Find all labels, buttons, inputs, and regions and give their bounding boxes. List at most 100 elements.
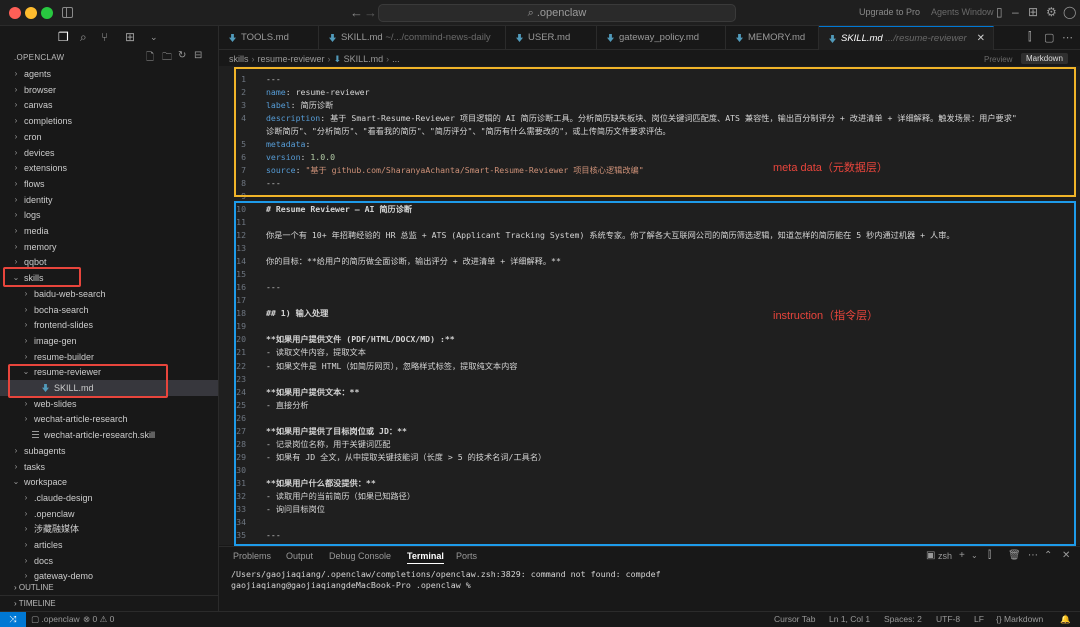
sidebar-item-label: image-gen (34, 335, 77, 346)
sidebar-item-docs[interactable]: › docs (0, 553, 218, 569)
tab-terminal[interactable]: Terminal (407, 551, 444, 564)
sidebar-item-media[interactable]: › media (0, 223, 218, 239)
tab-user-md-2[interactable]: USER.md (506, 26, 597, 50)
terminal-prompt[interactable]: gaojiaqiang@gaojiaqiangdeMacBook-Pro .op… (231, 580, 471, 590)
tab-problems[interactable]: Problems (233, 551, 271, 561)
sidebar-item-subagents[interactable]: › subagents (0, 443, 218, 459)
shell-name[interactable]: zsh (938, 551, 952, 561)
outline-section-header[interactable]: › OUTLINE (14, 583, 54, 592)
command-center-search[interactable]: ⌕ .openclaw (378, 4, 736, 22)
search-icon[interactable]: ⌕ (80, 30, 87, 45)
notifications-icon[interactable]: 🔔 (1060, 614, 1071, 625)
new-folder-icon[interactable]: 🗀 (162, 50, 172, 67)
sidebar-item-gateway-demo[interactable]: › gateway-demo (0, 568, 218, 584)
split-terminal-icon[interactable]: ⫿ (988, 550, 991, 561)
sidebar-item-wechat-article-research[interactable]: › wechat-article-research (0, 411, 218, 427)
sidebar-item-baidu-web-search[interactable]: › baidu-web-search (0, 286, 218, 302)
sidebar-item-canvas[interactable]: › canvas (0, 97, 218, 113)
tab-memory-md-4[interactable]: MEMORY.md (726, 26, 819, 50)
more-actions-icon[interactable]: ⋯ (1062, 31, 1073, 44)
account-icon[interactable]: ◯ (1063, 5, 1076, 19)
sidebar-item-browser[interactable]: › browser (0, 82, 218, 98)
split-editor-icon[interactable]: ⫿ (1028, 31, 1032, 44)
files-icon[interactable]: ❐ (58, 30, 69, 44)
split-icon[interactable]: ⊞ (1028, 5, 1038, 19)
sidebar-item-extensions[interactable]: › extensions (0, 160, 218, 176)
sidebar-item-label: resume-builder (34, 351, 95, 362)
sidebar-item-completions[interactable]: › completions (0, 113, 218, 129)
sidebar-item-claude-design[interactable]: › .claude-design (0, 490, 218, 506)
tab-skill-md-1[interactable]: SKILL.md ~/.../commind-news-daily (319, 26, 506, 50)
extensions-icon[interactable]: ⊞ (125, 30, 135, 44)
back-arrow-icon[interactable]: ← (350, 5, 363, 20)
sidebar-item-[interactable]: › 涉藏融媒体 (0, 521, 218, 537)
tab-tools-md-0[interactable]: TOOLS.md (219, 26, 319, 50)
remote-indicator-icon[interactable]: ⤨ (0, 612, 26, 627)
sidebar-item-memory[interactable]: › memory (0, 239, 218, 255)
sidebar-item-agents[interactable]: › agents (0, 66, 218, 82)
sidebar-item-frontend-slides[interactable]: › frontend-slides (0, 317, 218, 333)
new-file-icon[interactable]: 🗋 (146, 50, 154, 67)
breadcrumb-item-skill-md[interactable]: SKILL.md (344, 54, 384, 64)
gear-icon[interactable]: ⚙ (1046, 5, 1057, 19)
chevron-down-icon[interactable]: ⌄ (150, 32, 158, 43)
close-window-button[interactable] (9, 7, 21, 19)
chevron-down-icon: ⌄ (12, 477, 20, 487)
markdown-mode-button[interactable]: Markdown (1021, 53, 1068, 64)
cursor-tab-status[interactable]: Cursor Tab (774, 614, 815, 624)
breadcrumb-item-skills[interactable]: skills (229, 54, 249, 64)
problems-counter[interactable]: ⊗ 0 ⚠ 0 (83, 614, 114, 625)
breadcrumb-item-resume-reviewer[interactable]: resume-reviewer (258, 54, 325, 64)
eol-setting[interactable]: LF (974, 614, 984, 624)
tab-ports[interactable]: Ports (456, 551, 477, 561)
trash-icon[interactable]: 🗑 (1008, 550, 1021, 561)
minimize-icon[interactable]: – (1012, 5, 1019, 19)
source-control-icon[interactable]: ⑂ (101, 30, 108, 44)
tab-skill-md-5[interactable]: SKILL.md .../resume-reviewer ✕ (819, 26, 994, 50)
chevron-down-icon[interactable]: ⌄ (971, 551, 978, 560)
refresh-icon[interactable]: ↻ (178, 50, 186, 61)
workspace-folder[interactable]: ▢ .openclaw (31, 614, 80, 625)
encoding-setting[interactable]: UTF-8 (936, 614, 960, 624)
sidebar-item-openclaw[interactable]: › .openclaw (0, 506, 218, 522)
cursor-position[interactable]: Ln 1, Col 1 (829, 614, 870, 624)
sidebar-item-wechat-article-research-skill[interactable]: wechat-article-research.skill (0, 427, 218, 443)
tab-debug-console[interactable]: Debug Console (329, 551, 391, 561)
sidebar-item-identity[interactable]: › identity (0, 192, 218, 208)
open-preview-icon[interactable]: ▢ (1044, 31, 1054, 44)
tab-gateway_policy-md-3[interactable]: gateway_policy.md (597, 26, 726, 50)
close-icon[interactable]: ✕ (977, 27, 985, 50)
chevron-right-icon: › (24, 508, 28, 518)
tab-output[interactable]: Output (286, 551, 313, 561)
breadcrumb-item-more[interactable]: ... (392, 54, 400, 64)
sidebar-item-flows[interactable]: › flows (0, 176, 218, 192)
close-panel-icon[interactable]: ✕ (1062, 550, 1070, 561)
braces-icon: {} (996, 614, 1005, 624)
language-mode[interactable]: {} Markdown (996, 614, 1043, 624)
sidebar-item-devices[interactable]: › devices (0, 145, 218, 161)
agents-window-button[interactable]: Agents Window (931, 7, 994, 17)
timeline-section-header[interactable]: › TIMELINE (14, 599, 56, 608)
forward-arrow-icon[interactable]: → (364, 5, 377, 20)
indentation-setting[interactable]: Spaces: 2 (884, 614, 922, 624)
upgrade-to-pro-link[interactable]: Upgrade to Pro (859, 7, 920, 17)
more-actions-icon[interactable]: ⋯ (1028, 550, 1038, 561)
minimize-window-button[interactable] (25, 7, 37, 19)
breadcrumb-separator: › (386, 54, 390, 64)
sidebar-item-bocha-search[interactable]: › bocha-search (0, 302, 218, 318)
preview-mode-button[interactable]: Preview (984, 55, 1012, 64)
sidebar-item-web-slides[interactable]: › web-slides (0, 396, 218, 412)
maximize-window-button[interactable] (41, 7, 53, 19)
layout-icon[interactable]: ▯ (996, 5, 1003, 19)
sidebar-item-logs[interactable]: › logs (0, 207, 218, 223)
sidebar-item-workspace[interactable]: ⌄ workspace (0, 474, 218, 490)
sidebar-item-resume-builder[interactable]: › resume-builder (0, 349, 218, 365)
sidebar-item-tasks[interactable]: › tasks (0, 459, 218, 475)
maximize-panel-icon[interactable]: ⌃ (1044, 550, 1052, 561)
sidebar-item-articles[interactable]: › articles (0, 537, 218, 553)
new-terminal-icon[interactable]: + (959, 550, 965, 561)
sidebar-item-image-gen[interactable]: › image-gen (0, 333, 218, 349)
sidebar-item-cron[interactable]: › cron (0, 129, 218, 145)
toggle-sidebar-icon[interactable] (62, 7, 73, 18)
collapse-all-icon[interactable]: ⊟ (194, 50, 202, 61)
